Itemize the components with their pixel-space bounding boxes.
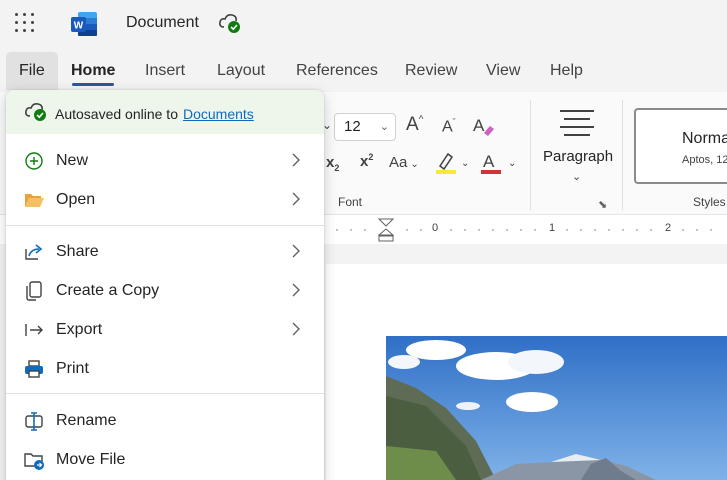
- ribbon-divider: [622, 100, 623, 210]
- chevron-right-icon: [292, 192, 300, 206]
- chevron-right-icon: [292, 322, 300, 336]
- autosave-text: Autosaved online to Documents: [55, 106, 254, 122]
- menu-item-label: Export: [56, 321, 103, 338]
- export-icon: [25, 324, 43, 336]
- chevron-right-icon: [292, 283, 300, 297]
- menu-item-print[interactable]: Print: [6, 350, 324, 388]
- svg-text:⌄: ⌄: [461, 158, 469, 169]
- tab-file[interactable]: File: [6, 52, 58, 90]
- tab-view[interactable]: View: [478, 52, 528, 90]
- style-normal-tile[interactable]: Norma Aptos, 12: [634, 108, 727, 184]
- folder-open-icon: [25, 194, 44, 207]
- autosave-banner: Autosaved online to Documents: [6, 90, 324, 134]
- svg-text:⌄: ⌄: [508, 158, 516, 169]
- shrink-font-button[interactable]: Aˇ: [442, 117, 456, 136]
- document-title[interactable]: Document: [126, 14, 199, 32]
- tab-help[interactable]: Help: [542, 52, 591, 90]
- ruler-number: 2: [665, 222, 672, 234]
- menu-item-label: Open: [56, 191, 96, 208]
- indent-marker-icon[interactable]: [378, 218, 394, 242]
- chevron-down-icon[interactable]: ⌄: [572, 170, 581, 183]
- menu-item-create-a-copy[interactable]: Create a Copy: [6, 272, 324, 310]
- chevron-right-icon: [292, 153, 300, 167]
- menu-item-label: Print: [56, 360, 89, 377]
- tab-insert[interactable]: Insert: [137, 52, 193, 90]
- file-menu: Autosaved online to Documents New Open Sh…: [6, 90, 324, 480]
- menu-item-label: Create a Copy: [56, 282, 160, 299]
- chevron-down-icon: ⌄: [379, 121, 389, 133]
- highlight-icon[interactable]: ⌄: [434, 150, 472, 176]
- ribbon-divider: [530, 100, 531, 210]
- menu-item-label: Share: [56, 243, 99, 260]
- share-icon: [25, 244, 43, 260]
- grow-font-button[interactable]: A^: [406, 114, 423, 136]
- menu-item-rename[interactable]: Rename: [6, 402, 324, 440]
- document-image[interactable]: [386, 336, 727, 480]
- superscript-button[interactable]: x2: [360, 152, 373, 170]
- font-group-label: Font: [338, 195, 363, 209]
- menu-separator: [6, 393, 324, 394]
- menu-item-share[interactable]: Share: [6, 233, 324, 271]
- ribbon-tabs: File Home Insert Layout References Revie…: [0, 52, 727, 92]
- svg-text:A: A: [483, 152, 495, 171]
- menu-item-new[interactable]: New: [6, 142, 324, 180]
- paragraph-button[interactable]: Paragraph: [543, 148, 613, 165]
- clear-formatting-icon[interactable]: A: [471, 114, 495, 138]
- menu-item-open[interactable]: Open: [6, 181, 324, 219]
- ruler-number: 0: [432, 222, 439, 234]
- chevron-right-icon: [292, 244, 300, 258]
- title-bar: W Document: [0, 0, 727, 48]
- change-case-button[interactable]: Aa ⌄: [389, 154, 419, 171]
- styles-group-label: Styles: [693, 195, 726, 209]
- rename-icon: [25, 412, 43, 431]
- menu-item-label: New: [56, 152, 89, 169]
- word-icon[interactable]: W: [70, 11, 98, 37]
- cloud-saved-icon: [25, 103, 46, 121]
- svg-text:W: W: [74, 21, 84, 32]
- cloud-saved-icon[interactable]: [218, 12, 242, 34]
- documents-link[interactable]: Documents: [183, 106, 254, 122]
- tab-layout[interactable]: Layout: [209, 52, 273, 90]
- ruler-number: 1: [549, 222, 556, 234]
- font-size-select[interactable]: 12 ⌄: [334, 113, 396, 141]
- font-size-value: 12: [344, 118, 361, 135]
- font-color-icon[interactable]: A ⌄: [478, 150, 520, 176]
- printer-icon: [25, 360, 43, 378]
- move-folder-icon: [24, 453, 44, 470]
- subscript-button[interactable]: x2: [326, 154, 339, 173]
- svg-text:A: A: [473, 116, 485, 135]
- tab-review[interactable]: Review: [397, 52, 465, 90]
- menu-item-label: Rename: [56, 412, 117, 429]
- copy-icon: [26, 281, 42, 301]
- paragraph-icon[interactable]: [560, 108, 594, 138]
- add-circle-icon: [25, 152, 43, 170]
- menu-item-label: Move File: [56, 451, 126, 468]
- menu-item-export[interactable]: Export: [6, 311, 324, 349]
- tab-home[interactable]: Home: [63, 52, 123, 90]
- menu-separator: [6, 225, 324, 226]
- style-name: Norma: [682, 130, 727, 147]
- dialog-launcher-icon[interactable]: ⬊: [598, 198, 607, 211]
- menu-item-move-file[interactable]: Move File: [6, 441, 324, 479]
- app-launcher-icon[interactable]: [15, 13, 35, 33]
- tab-references[interactable]: References: [288, 52, 386, 90]
- style-font: Aptos, 12: [682, 154, 727, 166]
